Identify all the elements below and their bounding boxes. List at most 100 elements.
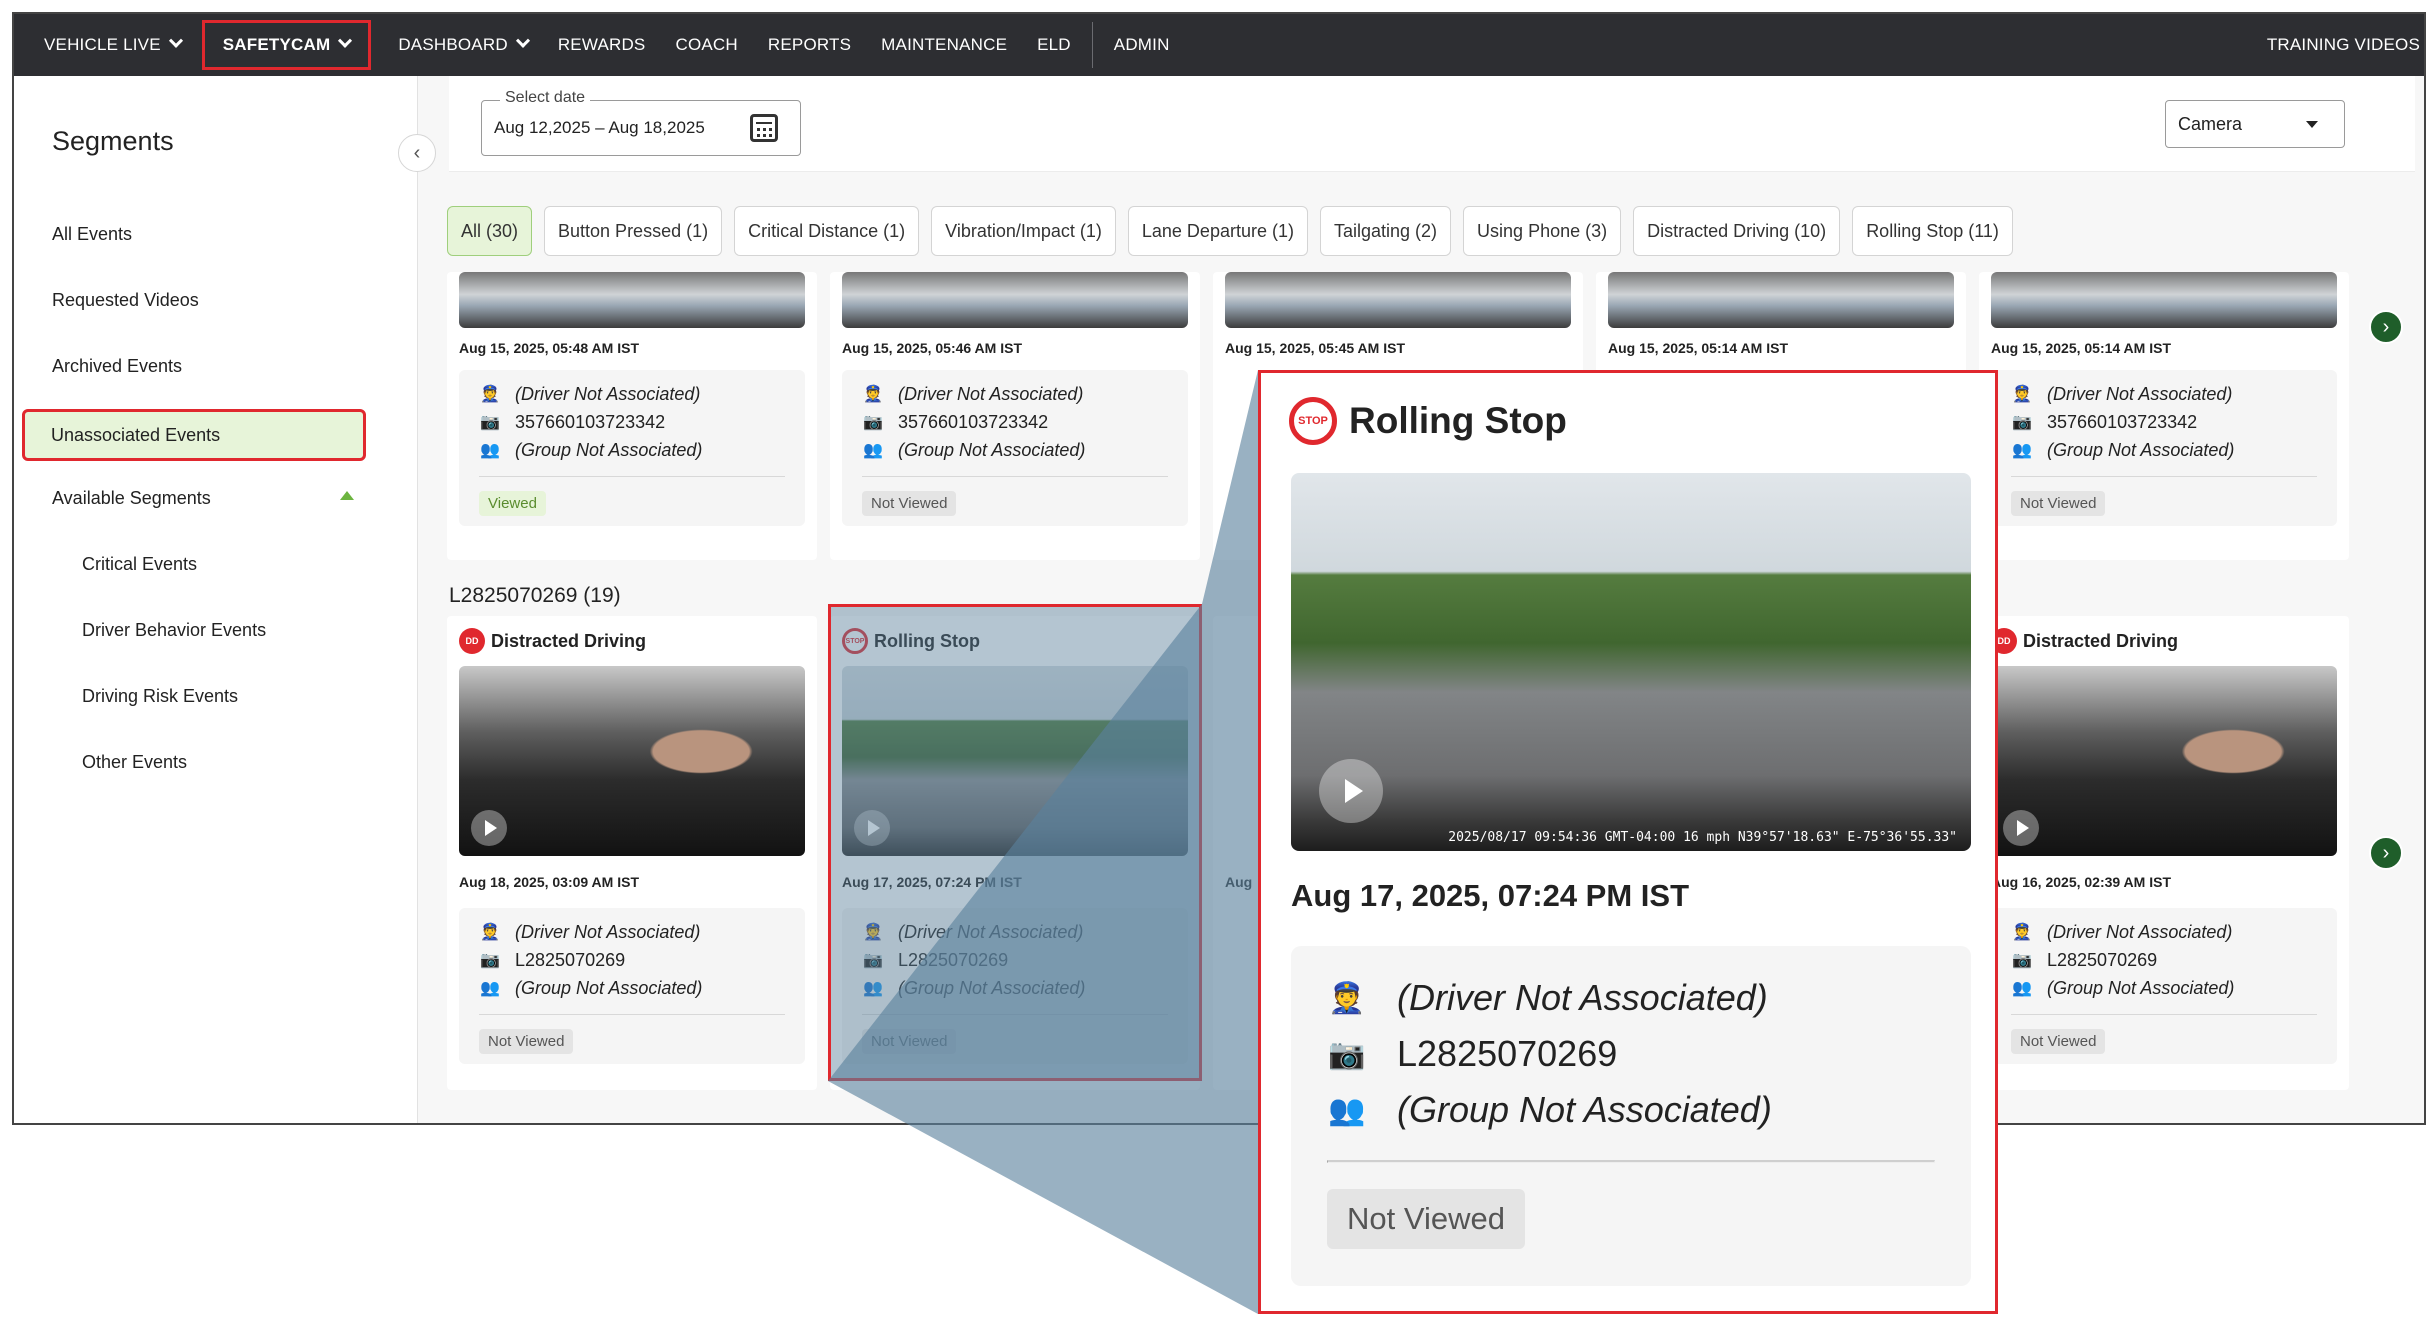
zoomed-event-card: STOP Rolling Stop 2025/08/17 09:54:36 GMT… <box>1258 370 1998 1314</box>
nav-rewards[interactable]: REWARDS <box>543 14 661 76</box>
group-icon: 👥 <box>2012 980 2032 997</box>
video-overlay-telemetry: 2025/08/17 09:54:36 GMT-04:00 16 mph N39… <box>1448 830 1957 845</box>
filter-using-phone[interactable]: Using Phone (3) <box>1463 206 1622 256</box>
device-id: L2825070269 <box>515 949 626 970</box>
event-title-label: Distracted Driving <box>2023 630 2179 651</box>
sidebar-item-archived-events[interactable]: Archived Events <box>52 356 182 377</box>
sidebar-item-unassociated-events[interactable]: Unassociated Events <box>22 409 366 461</box>
camera-select-value: Camera <box>2178 114 2243 134</box>
play-icon[interactable] <box>1319 759 1383 823</box>
group-icon: 👥 <box>863 442 883 459</box>
sidebar-item-driving-risk-events[interactable]: Driving Risk Events <box>82 686 238 707</box>
caret-up-icon[interactable] <box>340 491 354 500</box>
event-thumbnail[interactable] <box>1225 272 1571 328</box>
event-card[interactable]: DD Distracted Driving Aug 16, 2025, 02:39… <box>1979 616 2349 1090</box>
driver-icon: 👮 <box>2012 924 2032 941</box>
driver-icon: 👮 <box>480 386 500 403</box>
group-name: (Group Not Associated) <box>1397 1089 1772 1130</box>
event-timestamp: Aug 15, 2025, 05:48 AM IST <box>459 340 639 356</box>
event-thumbnail[interactable] <box>459 666 805 856</box>
status-badge: Not Viewed <box>2011 491 2106 516</box>
zoom-event-timestamp: Aug 17, 2025, 07:24 PM IST <box>1291 878 1690 913</box>
event-thumbnail[interactable] <box>1991 272 2337 328</box>
next-page-button[interactable]: › <box>2369 310 2403 344</box>
event-timestamp: Aug 15, 2025, 05:45 AM IST <box>1225 340 1405 356</box>
date-field-legend: Select date <box>500 89 591 107</box>
next-page-button[interactable]: › <box>2369 836 2403 870</box>
camera-select[interactable]: Camera <box>2165 100 2345 148</box>
group-icon: 👥 <box>2012 442 2032 459</box>
collapse-sidebar-button[interactable]: ‹ <box>398 134 436 172</box>
event-filter-tabs: All (30) Button Pressed (1) Critical Dis… <box>447 206 2013 256</box>
driver-name: (Driver Not Associated) <box>2047 383 2233 404</box>
stop-sign-icon: STOP <box>1289 397 1337 445</box>
calendar-icon[interactable] <box>750 114 778 142</box>
zoom-event-title-label: Rolling Stop <box>1349 400 1567 441</box>
nav-divider <box>1091 22 1093 68</box>
date-range-field[interactable]: Select date Aug 12,2025 – Aug 18,2025 <box>481 89 801 156</box>
event-timestamp: Aug 15, 2025, 05:14 AM IST <box>1608 340 1788 356</box>
event-card[interactable]: Aug 15, 2025, 05:48 AM IST 👮 (Driver Not … <box>447 272 817 560</box>
nav-vehicle-live[interactable]: VEHICLE LIVE <box>14 14 196 76</box>
device-id: L2825070269 <box>2047 949 2158 970</box>
sidebar-item-driver-behavior-events[interactable]: Driver Behavior Events <box>82 620 266 641</box>
event-info: 👮 (Driver Not Associated) 📷 L2825070269 👥 (… <box>1991 908 2337 1064</box>
group-icon: 👥 <box>480 980 500 997</box>
sidebar-item-available-segments[interactable]: Available Segments <box>52 488 211 509</box>
zoom-event-thumbnail[interactable]: 2025/08/17 09:54:36 GMT-04:00 16 mph N39… <box>1291 473 1971 851</box>
sidebar-item-other-events[interactable]: Other Events <box>82 752 187 773</box>
event-timestamp: Aug 16, 2025, 02:39 AM IST <box>1991 874 2171 890</box>
filter-vibration-impact[interactable]: Vibration/Impact (1) <box>931 206 1116 256</box>
nav-admin[interactable]: ADMIN <box>1099 14 1185 76</box>
event-info: 👮 (Driver Not Associated) 📷 L2825070269 👥 (… <box>459 908 805 1064</box>
filter-critical-distance[interactable]: Critical Distance (1) <box>734 206 920 256</box>
filter-distracted-driving[interactable]: Distracted Driving (10) <box>1633 206 1841 256</box>
filter-button-pressed[interactable]: Button Pressed (1) <box>544 206 723 256</box>
event-info: 👮 (Driver Not Associated) 📷 35766010372334… <box>459 370 805 526</box>
nav-maintenance[interactable]: MAINTENANCE <box>866 14 1022 76</box>
driver-icon: 👮 <box>863 386 883 403</box>
event-timestamp: Aug 15, 2025, 05:14 AM IST <box>1991 340 2171 356</box>
highlighted-card-frame <box>828 604 1202 1081</box>
sidebar-item-critical-events[interactable]: Critical Events <box>82 554 197 575</box>
top-nav: VEHICLE LIVE SAFETYCAM DASHBOARD REWARDS… <box>14 14 2424 76</box>
filter-lane-departure[interactable]: Lane Departure (1) <box>1127 206 1308 256</box>
play-icon[interactable] <box>2003 810 2039 846</box>
group-name: (Group Not Associated) <box>2047 439 2235 460</box>
camera-icon: 📷 <box>480 952 500 969</box>
event-thumbnail[interactable] <box>1991 666 2337 856</box>
event-timestamp: Aug 18, 2025, 03:09 AM IST <box>459 874 639 890</box>
chevron-down-icon <box>515 33 530 48</box>
event-thumbnail[interactable] <box>1608 272 1954 328</box>
event-thumbnail[interactable] <box>842 272 1188 328</box>
nav-dashboard-label: DASHBOARD <box>398 35 508 54</box>
play-icon[interactable] <box>471 810 507 846</box>
sidebar-item-requested-videos[interactable]: Requested Videos <box>52 290 199 311</box>
event-card[interactable]: Aug 15, 2025, 05:14 AM IST 👮 (Driver Not … <box>1979 272 2349 560</box>
status-badge: Not Viewed <box>862 491 957 516</box>
event-info: 👮 (Driver Not Associated) 📷 35766010372334… <box>1991 370 2337 526</box>
status-badge: Viewed <box>479 491 546 516</box>
event-thumbnail[interactable] <box>459 272 805 328</box>
date-panel: Select date Aug 12,2025 – Aug 18,2025 Ca… <box>449 76 2415 172</box>
nav-training-videos[interactable]: TRAINING VIDEOS <box>2252 14 2424 76</box>
chevron-right-icon: › <box>2382 315 2390 338</box>
camera-icon: 📷 <box>2012 952 2032 969</box>
nav-eld[interactable]: ELD <box>1022 14 1086 76</box>
filter-rolling-stop[interactable]: Rolling Stop (11) <box>1852 206 2013 256</box>
filter-all[interactable]: All (30) <box>447 206 533 256</box>
nav-coach[interactable]: COACH <box>660 14 752 76</box>
nav-dashboard[interactable]: DASHBOARD <box>383 14 543 76</box>
sidebar-item-all-events[interactable]: All Events <box>52 224 132 245</box>
event-title: DD Distracted Driving <box>459 628 646 654</box>
event-title: DD Distracted Driving <box>1991 628 2178 654</box>
driver-icon: 👮 <box>2012 386 2032 403</box>
nav-reports[interactable]: REPORTS <box>753 14 866 76</box>
event-card[interactable]: DD Distracted Driving Aug 18, 2025, 03:09… <box>447 616 817 1090</box>
filter-tailgating[interactable]: Tailgating (2) <box>1319 206 1452 256</box>
status-badge: Not Viewed <box>479 1029 574 1054</box>
nav-safetycam[interactable]: SAFETYCAM <box>222 14 353 76</box>
nav-safetycam-label: SAFETYCAM <box>222 35 331 54</box>
driver-name: (Driver Not Associated) <box>1397 977 1768 1018</box>
event-card[interactable]: Aug 15, 2025, 05:46 AM IST 👮 (Driver Not … <box>830 272 1200 560</box>
